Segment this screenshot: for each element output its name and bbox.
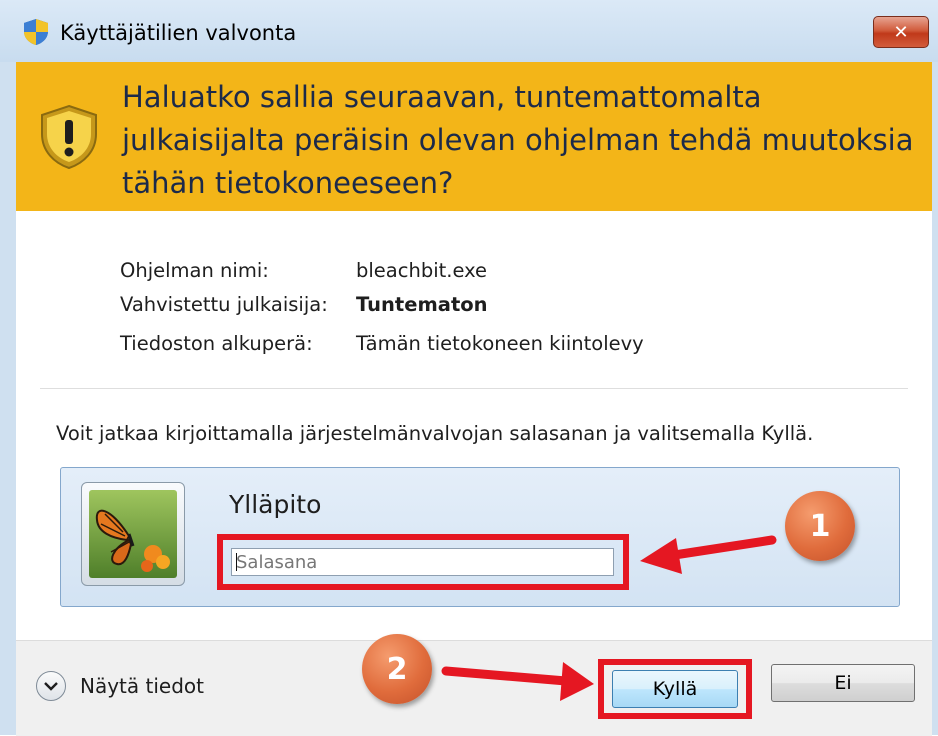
annotation-arrows (441, 535, 777, 701)
arrow-to-password (640, 535, 777, 574)
arrow-to-yes (441, 662, 594, 701)
step-badge-2: 2 (362, 634, 432, 704)
step-badge-1: 1 (785, 491, 855, 561)
uac-dialog: Käyttäjätilien valvonta ✕ Haluatko salli… (0, 0, 938, 736)
